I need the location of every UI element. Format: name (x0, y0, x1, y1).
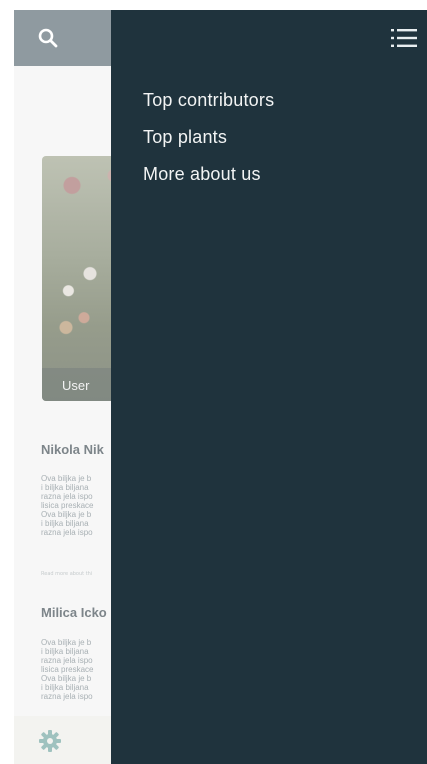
navigation-drawer: Top contributors Top plants More about u… (111, 10, 427, 764)
search-icon[interactable] (36, 26, 60, 50)
menu-item-top-plants[interactable]: Top plants (143, 127, 274, 148)
read-more-link[interactable]: Read more about thi (41, 571, 92, 577)
card-user-label: User (62, 378, 90, 393)
drawer-menu: Top contributors Top plants More about u… (143, 90, 274, 201)
post-author-name[interactable]: Milica Icko (41, 605, 107, 620)
menu-item-top-contributors[interactable]: Top contributors (143, 90, 274, 111)
menu-item-more-about-us[interactable]: More about us (143, 164, 274, 185)
gear-icon[interactable] (38, 729, 62, 753)
app-frame: User Nikola Nik Ova biljka je b i biljka… (14, 10, 427, 764)
menu-icon[interactable] (391, 28, 417, 48)
post-author-name[interactable]: Nikola Nik (41, 442, 104, 457)
